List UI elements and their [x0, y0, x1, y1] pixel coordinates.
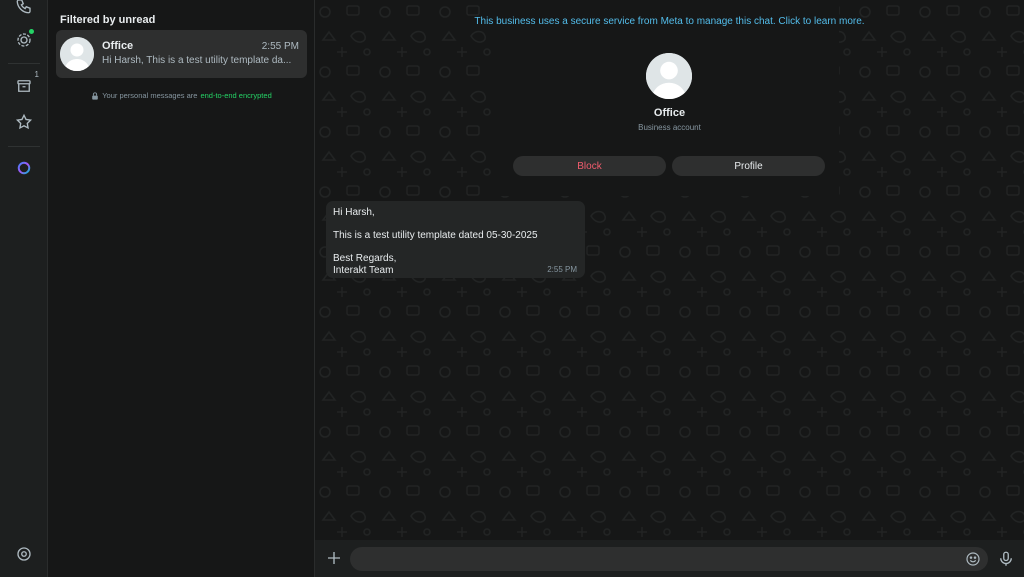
filter-title: Filtered by unread [60, 14, 156, 26]
message-time: 2:55 PM [547, 265, 577, 274]
status-unread-dot [29, 29, 34, 34]
app-window: 1 Filtered by unread Office 2:55 PM Hi H… [0, 0, 1024, 577]
encryption-text: Your personal messages are [102, 91, 198, 100]
default-avatar-icon [60, 37, 94, 71]
chat-list-item[interactable]: Office 2:55 PM Hi Harsh, This is a test … [56, 30, 307, 78]
profile-button[interactable]: Profile [672, 156, 825, 176]
message-line: Best Regards, [333, 253, 397, 264]
rail-divider [8, 63, 40, 64]
nav-rail: 1 [0, 0, 48, 577]
calls-button[interactable] [12, 0, 36, 18]
meta-ai-button[interactable] [12, 156, 36, 180]
conversation-panel: This business uses a secure service from… [315, 0, 1024, 577]
contact-avatar [646, 53, 692, 99]
chat-preview: Hi Harsh, This is a test utility templat… [102, 55, 292, 66]
phone-icon [16, 0, 31, 14]
chat-list-panel: Filtered by unread Office 2:55 PM Hi Har… [48, 0, 315, 577]
avatar [60, 37, 94, 71]
archive-icon [17, 80, 31, 92]
composer-bar [315, 540, 1024, 577]
message-line: Hi Harsh, [333, 207, 375, 218]
emoji-icon[interactable] [965, 551, 981, 567]
plus-icon[interactable] [325, 549, 343, 567]
meta-business-banner[interactable]: This business uses a secure service from… [315, 16, 1024, 27]
star-icon [15, 113, 33, 130]
status-button[interactable] [12, 28, 36, 52]
settings-button[interactable] [12, 542, 36, 566]
block-button[interactable]: Block [513, 156, 666, 176]
meta-ai-icon [17, 161, 31, 175]
encryption-note: Your personal messages are end-to-end en… [48, 91, 315, 100]
message-bubble: Hi Harsh, This is a test utility templat… [326, 201, 585, 278]
settings-icon [17, 547, 31, 561]
chat-time: 2:55 PM [261, 41, 299, 52]
archived-count: 1 [34, 70, 39, 79]
message-line: Interakt Team [333, 264, 394, 276]
chat-name: Office [102, 40, 134, 52]
lock-icon [92, 91, 99, 100]
encryption-link[interactable]: end-to-end encrypted [200, 91, 271, 100]
message-input[interactable] [350, 547, 988, 571]
contact-name: Office [653, 107, 686, 119]
rail-divider [8, 146, 40, 147]
starred-button[interactable] [12, 110, 36, 134]
contact-subtitle: Business account [638, 123, 701, 132]
message-line: This is a test utility template dated 05… [333, 230, 538, 241]
default-avatar-icon [646, 53, 692, 99]
microphone-icon[interactable] [997, 550, 1015, 568]
archived-button[interactable]: 1 [12, 70, 39, 98]
